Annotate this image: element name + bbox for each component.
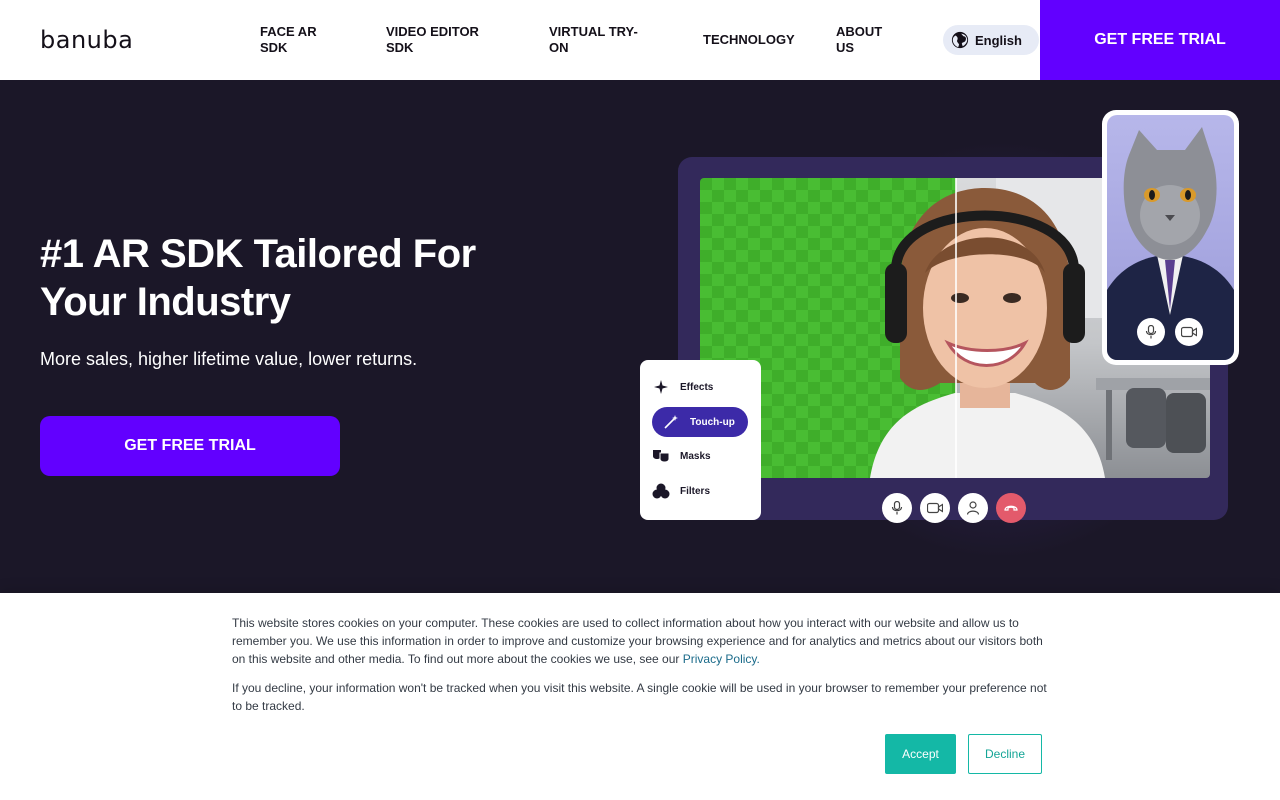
cookie-banner: This website stores cookies on your comp… (0, 593, 1280, 800)
phone-camera-button[interactable] (1175, 318, 1203, 346)
nav-face-ar-sdk[interactable]: FACE AR SDK (260, 24, 340, 56)
decline-cookies-button[interactable]: Decline (968, 734, 1042, 774)
panel-item-filters[interactable]: Filters (652, 476, 748, 506)
nav-video-editor-sdk[interactable]: VIDEO EDITOR SDK (386, 24, 496, 56)
cookie-text-2: If you decline, your information won't b… (232, 681, 1047, 713)
phone-mockup (1102, 110, 1239, 365)
microphone-icon (1145, 325, 1157, 339)
phone-screen (1107, 115, 1234, 360)
call-controls (882, 493, 1026, 523)
globe-icon (951, 31, 969, 49)
camera-icon (927, 502, 943, 514)
panel-item-label: Effects (680, 381, 714, 393)
nav-virtual-try-on[interactable]: VIRTUAL TRY-ON (549, 24, 649, 56)
accept-cookies-button[interactable]: Accept (885, 734, 956, 774)
magic-wand-icon (662, 413, 680, 431)
microphone-icon (891, 501, 903, 515)
person-icon (967, 501, 979, 515)
nav-about-us[interactable]: ABOUT US (836, 24, 896, 56)
theater-masks-icon (652, 447, 670, 465)
panel-item-label: Touch-up (690, 416, 735, 428)
hero-subtitle: More sales, higher lifetime value, lower… (40, 349, 418, 369)
sparkle-icon (652, 378, 670, 396)
hero-free-trial-button[interactable]: GET FREE TRIAL (40, 416, 340, 476)
panel-item-masks[interactable]: Masks (652, 441, 748, 471)
phone-mic-button[interactable] (1137, 318, 1165, 346)
panel-item-effects[interactable]: Effects (652, 372, 748, 402)
phone-controls (1137, 318, 1203, 346)
effects-panel: Effects Touch-up Masks Filters (640, 360, 761, 520)
panel-item-label: Masks (680, 450, 711, 462)
before-after-divider[interactable] (955, 178, 957, 478)
woman-portrait (870, 188, 1105, 478)
language-selector[interactable]: English (943, 25, 1039, 55)
hero-title: #1 AR SDK Tailored For Your Industry (40, 232, 476, 324)
call-mic-button[interactable] (882, 493, 912, 523)
call-person-button[interactable] (958, 493, 988, 523)
banuba-logo[interactable]: banuba (40, 26, 134, 54)
header-free-trial-button[interactable]: GET FREE TRIAL (1040, 0, 1280, 80)
privacy-policy-link[interactable]: Privacy Policy. (683, 652, 760, 666)
panel-item-label: Filters (680, 485, 711, 497)
filters-icon (652, 482, 670, 500)
language-label: English (975, 32, 1022, 48)
cookie-text-1: This website stores cookies on your comp… (232, 614, 1052, 668)
call-hang-up-button[interactable] (996, 493, 1026, 523)
site-header: banuba FACE AR SDK VIDEO EDITOR SDK VIRT… (0, 0, 1280, 80)
hang-up-icon (1004, 505, 1018, 511)
panel-item-touch-up[interactable]: Touch-up (652, 407, 748, 437)
cookie-text-1-body: This website stores cookies on your comp… (232, 616, 1043, 666)
camera-icon (1181, 326, 1197, 338)
call-camera-button[interactable] (920, 493, 950, 523)
nav-technology[interactable]: TECHNOLOGY (703, 32, 803, 48)
logo-text: banuba (40, 26, 134, 54)
